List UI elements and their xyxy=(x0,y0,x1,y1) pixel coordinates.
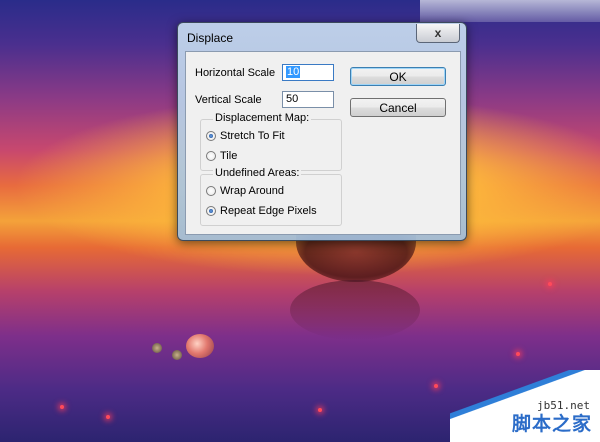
displacement-map-group: Displacement Map: Stretch To Fit Tile xyxy=(200,112,342,171)
close-icon: x xyxy=(434,26,442,40)
radio-selected-icon xyxy=(206,131,216,141)
radio-label: Wrap Around xyxy=(220,185,285,197)
flower-bud xyxy=(172,350,182,360)
light-spark xyxy=(516,352,520,356)
radio-tile[interactable]: Tile xyxy=(206,150,237,162)
horizontal-scale-value: 10 xyxy=(286,66,301,78)
light-spark xyxy=(60,405,64,409)
watermark-name: 脚本之家 xyxy=(511,413,592,435)
flower-bud xyxy=(152,343,162,353)
radio-label: Repeat Edge Pixels xyxy=(220,205,317,217)
cancel-button[interactable]: Cancel xyxy=(350,98,446,117)
radio-stretch-to-fit[interactable]: Stretch To Fit xyxy=(206,130,285,142)
site-watermark: jb51.net 脚本之家 xyxy=(450,370,600,442)
light-spark xyxy=(548,282,552,286)
radio-unselected-icon xyxy=(206,186,216,196)
radio-label: Tile xyxy=(220,150,238,162)
vertical-scale-label: Vertical Scale xyxy=(195,94,262,106)
vertical-scale-input[interactable]: 50 xyxy=(282,91,334,108)
radio-selected-icon xyxy=(206,206,216,216)
displace-dialog: Displace x Horizontal Scale 10 Vertical … xyxy=(177,22,467,241)
close-button[interactable]: x xyxy=(416,24,460,43)
radio-label: Stretch To Fit xyxy=(220,130,285,142)
light-spark xyxy=(434,384,438,388)
dialog-body: Horizontal Scale 10 Vertical Scale 50 OK… xyxy=(185,51,461,235)
radio-wrap-around[interactable]: Wrap Around xyxy=(206,185,284,197)
undefined-areas-group: Undefined Areas: Wrap Around Repeat Edge… xyxy=(200,167,342,226)
radio-repeat-edge-pixels[interactable]: Repeat Edge Pixels xyxy=(206,205,317,217)
light-spark xyxy=(106,415,110,419)
ok-button[interactable]: OK xyxy=(350,67,446,86)
sky-highlight xyxy=(420,0,600,22)
vertical-scale-value: 50 xyxy=(286,93,299,105)
horizontal-scale-label: Horizontal Scale xyxy=(195,67,276,79)
rose-image xyxy=(186,334,214,358)
undefined-areas-title: Undefined Areas: xyxy=(213,167,302,179)
horizontal-scale-input[interactable]: 10 xyxy=(282,64,334,81)
displacement-map-title: Displacement Map: xyxy=(213,112,312,124)
dialog-title: Displace xyxy=(187,31,234,45)
radio-unselected-icon xyxy=(206,151,216,161)
boat-reflection xyxy=(290,280,420,340)
light-spark xyxy=(318,408,322,412)
